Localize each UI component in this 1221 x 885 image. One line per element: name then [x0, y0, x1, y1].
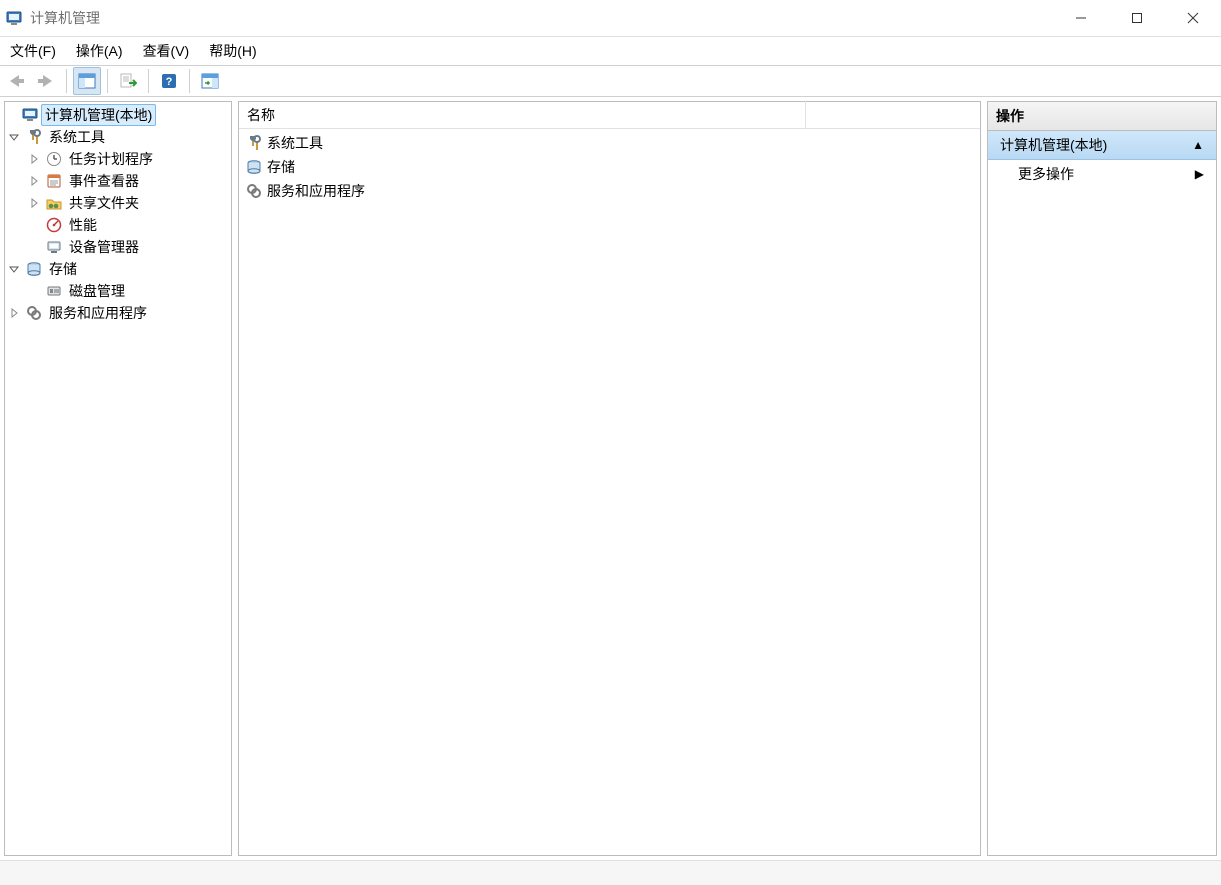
tree-node-storage[interactable]: 存储 [5, 258, 231, 280]
actions-more-item[interactable]: 更多操作 ▶ [988, 160, 1216, 188]
menu-action[interactable]: 操作(A) [66, 39, 133, 63]
tree-node-task-scheduler[interactable]: 任务计划程序 [5, 148, 231, 170]
maximize-button[interactable] [1109, 0, 1165, 36]
tree-node-label: 任务计划程序 [65, 149, 157, 169]
toolbar-help-button[interactable]: ? [155, 67, 183, 95]
status-bar [0, 860, 1221, 885]
toolbar-separator [148, 69, 149, 93]
app-window: 计算机管理 文件(F) 操作(A) 查看(V) 帮助(H) [0, 0, 1221, 885]
list-body[interactable]: 系统工具 存储 服务和应用程序 [239, 129, 980, 855]
menu-bar: 文件(F) 操作(A) 查看(V) 帮助(H) [0, 37, 1221, 65]
tree-node-device-manager[interactable]: 设备管理器 [5, 236, 231, 258]
computer-management-icon [21, 106, 39, 124]
expand-collapse-icon[interactable] [9, 264, 25, 274]
expand-collapse-icon[interactable] [9, 132, 25, 142]
toolbar: ? [0, 65, 1221, 97]
actions-group-title[interactable]: 计算机管理(本地) ▲ [988, 131, 1216, 160]
list-item-storage[interactable]: 存储 [239, 155, 980, 179]
collapse-up-icon: ▲ [1192, 138, 1204, 152]
toolbar-show-actions-button[interactable] [196, 67, 224, 95]
tree-node-label: 磁盘管理 [65, 281, 129, 301]
tree-node-system-tools[interactable]: 系统工具 [5, 126, 231, 148]
performance-icon [45, 216, 63, 234]
toolbar-forward-button[interactable] [32, 67, 60, 95]
actions-header: 操作 [988, 102, 1216, 131]
toolbar-back-button[interactable] [2, 67, 30, 95]
clock-icon [45, 150, 63, 168]
tree-node-event-viewer[interactable]: 事件查看器 [5, 170, 231, 192]
tree-node-disk-management[interactable]: 磁盘管理 [5, 280, 231, 302]
expand-collapse-icon[interactable] [29, 154, 45, 164]
services-apps-icon [25, 304, 43, 322]
tree-panel: 计算机管理(本地) 系统工具 [4, 101, 232, 856]
expand-collapse-icon[interactable] [29, 198, 45, 208]
system-tools-icon [245, 134, 263, 152]
window-title: 计算机管理 [30, 8, 100, 28]
disk-management-icon [45, 282, 63, 300]
storage-icon [25, 260, 43, 278]
actions-more-label: 更多操作 [1018, 164, 1074, 184]
list-item-services-apps[interactable]: 服务和应用程序 [239, 179, 980, 203]
tree-node-shared-folders[interactable]: 共享文件夹 [5, 192, 231, 214]
services-apps-icon [245, 182, 263, 200]
console-tree[interactable]: 计算机管理(本地) 系统工具 [5, 102, 231, 326]
list-header: 名称 [239, 102, 980, 129]
actions-group-label: 计算机管理(本地) [1000, 135, 1107, 155]
tree-node-label: 计算机管理(本地) [41, 104, 156, 126]
list-panel: 名称 系统工具 存储 [238, 101, 981, 856]
toolbar-separator [66, 69, 67, 93]
list-item-label: 存储 [267, 157, 295, 177]
close-button[interactable] [1165, 0, 1221, 36]
event-viewer-icon [45, 172, 63, 190]
tree-node-label: 性能 [65, 215, 101, 235]
toolbar-export-button[interactable] [114, 67, 142, 95]
tree-node-performance[interactable]: 性能 [5, 214, 231, 236]
tree-node-label: 共享文件夹 [65, 193, 143, 213]
content-area: 计算机管理(本地) 系统工具 [0, 97, 1221, 860]
tree-node-label: 存储 [45, 259, 81, 279]
tree-node-label: 系统工具 [45, 127, 109, 147]
toolbar-separator [189, 69, 190, 93]
toolbar-show-hide-tree-button[interactable] [73, 67, 101, 95]
tree-node-label: 设备管理器 [65, 237, 143, 257]
submenu-arrow-icon: ▶ [1195, 167, 1204, 181]
column-header-name[interactable]: 名称 [239, 101, 806, 129]
device-manager-icon [45, 238, 63, 256]
menu-help[interactable]: 帮助(H) [199, 39, 266, 63]
tree-node-services-apps[interactable]: 服务和应用程序 [5, 302, 231, 324]
menu-view[interactable]: 查看(V) [133, 39, 200, 63]
system-tools-icon [25, 128, 43, 146]
actions-panel: 操作 计算机管理(本地) ▲ 更多操作 ▶ [987, 101, 1217, 856]
tree-node-root[interactable]: 计算机管理(本地) [5, 104, 231, 126]
tree-node-label: 服务和应用程序 [45, 303, 151, 323]
shared-folders-icon [45, 194, 63, 212]
tree-node-label: 事件查看器 [65, 171, 143, 191]
svg-text:?: ? [166, 76, 173, 88]
menu-file[interactable]: 文件(F) [0, 39, 66, 63]
expand-collapse-icon[interactable] [9, 308, 25, 318]
toolbar-separator [107, 69, 108, 93]
title-bar: 计算机管理 [0, 0, 1221, 37]
app-icon [6, 10, 22, 26]
expand-collapse-icon[interactable] [29, 176, 45, 186]
storage-icon [245, 158, 263, 176]
minimize-button[interactable] [1053, 0, 1109, 36]
list-item-label: 系统工具 [267, 133, 323, 153]
list-item-system-tools[interactable]: 系统工具 [239, 131, 980, 155]
list-item-label: 服务和应用程序 [267, 181, 365, 201]
